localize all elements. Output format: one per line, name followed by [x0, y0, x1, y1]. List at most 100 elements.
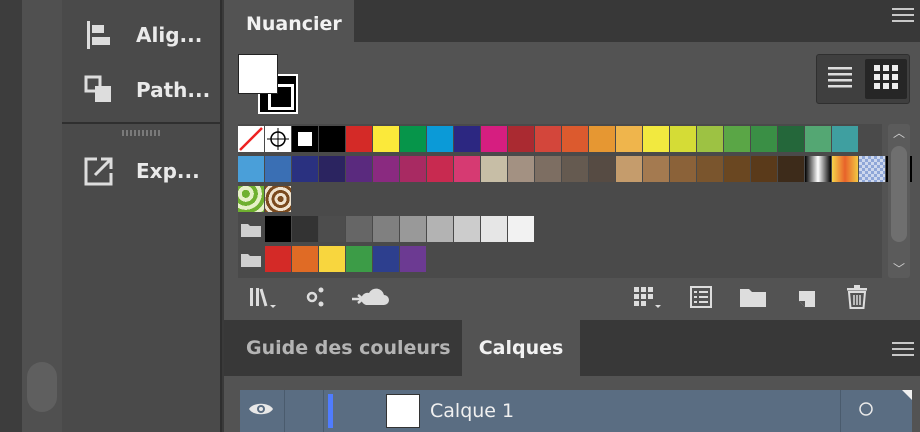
swatch-r1-19[interactable] [724, 126, 750, 152]
swatch-r2-5[interactable] [346, 156, 372, 182]
swatch-r2-4[interactable] [319, 156, 345, 182]
swatch-gray-7[interactable] [427, 216, 453, 242]
swatch-r2-20[interactable] [751, 156, 777, 182]
swatch-r2-6[interactable] [373, 156, 399, 182]
swatch-gray-4[interactable] [346, 216, 372, 242]
align-panel-button[interactable]: Alig... [62, 10, 222, 60]
swatch-r2-18[interactable] [697, 156, 723, 182]
swatch-r2-10[interactable] [481, 156, 507, 182]
new-color-group-button[interactable] [736, 284, 770, 314]
swatch-r2-13[interactable] [562, 156, 588, 182]
swatch-r2-24[interactable] [859, 156, 885, 182]
swatch-r1-11[interactable] [508, 126, 534, 152]
swatch-r1-13[interactable] [562, 126, 588, 152]
swatch-r2-9[interactable] [454, 156, 480, 182]
dock-scroll-thumb[interactable] [27, 362, 57, 412]
swatch-r2-19[interactable] [724, 156, 750, 182]
swatch-gray-5[interactable] [373, 216, 399, 242]
layer-name[interactable]: Calque 1 [430, 390, 514, 432]
swatch-r1-10[interactable] [481, 126, 507, 152]
swatch-r1-16[interactable] [643, 126, 669, 152]
swatches-panel-menu-icon[interactable] [892, 8, 914, 22]
swatch-r3-2[interactable] [265, 186, 291, 212]
registration-swatch[interactable] [265, 126, 291, 152]
tab-swatches[interactable]: Nuancier [224, 0, 354, 48]
swatch-r1-5[interactable] [346, 126, 372, 152]
swatch-r2-1[interactable] [238, 156, 264, 182]
swatch-gray-1[interactable] [265, 216, 291, 242]
swatch-r1-17[interactable] [670, 126, 696, 152]
swatch-scrollbar[interactable]: ︿ ﹀ [888, 124, 910, 278]
cloud-sync-button[interactable] [348, 284, 392, 314]
swatch-r1-4[interactable] [319, 126, 345, 152]
libraries-icon [248, 285, 278, 313]
swatch-r1-6[interactable] [373, 126, 399, 152]
new-swatch-button[interactable] [790, 284, 824, 314]
fill-swatch[interactable] [238, 54, 278, 94]
swatch-r2-7[interactable] [400, 156, 426, 182]
swatch-libraries-button[interactable] [246, 284, 280, 314]
scroll-up-icon[interactable]: ︿ [888, 126, 910, 140]
swatch-scroll-thumb[interactable] [891, 146, 907, 242]
swatch-gray-6[interactable] [400, 216, 426, 242]
layer-row[interactable]: Calque 1 [240, 390, 912, 432]
export-panel-button[interactable]: Exp... [62, 146, 222, 196]
tab-color-guide[interactable]: Guide des couleurs [224, 320, 473, 376]
white-swatch[interactable] [292, 126, 318, 152]
swatch-gray-9[interactable] [481, 216, 507, 242]
swatch-r1-23[interactable] [832, 126, 858, 152]
swatch-r2-17[interactable] [670, 156, 696, 182]
swatch-r3-1[interactable] [238, 186, 264, 212]
layer-target-button[interactable] [840, 390, 890, 432]
swatch-bright-2[interactable] [292, 246, 318, 272]
swatch-r1-9[interactable] [454, 126, 480, 152]
swatch-r2-8[interactable] [427, 156, 453, 182]
swatch-r1-15[interactable] [616, 126, 642, 152]
export-label: Exp... [136, 159, 200, 183]
swatch-r2-16[interactable] [643, 156, 669, 182]
tab-layers[interactable]: Calques [462, 320, 580, 376]
swatch-bright-1[interactable] [265, 246, 291, 272]
swatch-r1-8[interactable] [427, 126, 453, 152]
swatch-r1-21[interactable] [778, 126, 804, 152]
swatch-r1-7[interactable] [400, 126, 426, 152]
swatch-r2-12[interactable] [535, 156, 561, 182]
swatch-kind-button[interactable] [298, 284, 332, 314]
swatch-r2-14[interactable] [589, 156, 615, 182]
swatch-r1-14[interactable] [589, 126, 615, 152]
dock-grip-handle[interactable] [122, 130, 160, 136]
show-swatch-kinds-button[interactable] [630, 284, 664, 314]
swatch-r1-20[interactable] [751, 126, 777, 152]
layer-visibility-toggle[interactable] [240, 390, 282, 432]
swatch-r2-11[interactable] [508, 156, 534, 182]
swatch-gray-3[interactable] [319, 216, 345, 242]
align-icon [62, 20, 136, 50]
pathfinder-panel-button[interactable]: Path... [62, 65, 222, 115]
swatch-gray-8[interactable] [454, 216, 480, 242]
swatch-bright-5[interactable] [373, 246, 399, 272]
swatch-r2-23[interactable] [832, 156, 858, 182]
swatch-bright-3[interactable] [319, 246, 345, 272]
swatch-r2-2[interactable] [265, 156, 291, 182]
swatch-bright-4[interactable] [346, 246, 372, 272]
layer-lock-toggle[interactable] [284, 390, 324, 432]
layers-panel-menu-icon[interactable] [892, 342, 914, 356]
swatch-r2-22[interactable] [805, 156, 831, 182]
swatch-r1-12[interactable] [535, 126, 561, 152]
grays-group-folder-icon[interactable] [238, 216, 264, 242]
list-view-button[interactable] [819, 59, 861, 99]
swatch-gray-10[interactable] [508, 216, 534, 242]
delete-swatch-button[interactable] [840, 284, 874, 314]
swatch-r1-22[interactable] [805, 126, 831, 152]
swatch-r2-21[interactable] [778, 156, 804, 182]
swatch-options-button[interactable] [684, 284, 718, 314]
grid-view-button[interactable] [865, 59, 907, 99]
swatch-r2-3[interactable] [292, 156, 318, 182]
scroll-down-icon[interactable]: ﹀ [888, 262, 910, 276]
none-swatch[interactable] [238, 126, 264, 152]
swatch-r1-18[interactable] [697, 126, 723, 152]
swatch-bright-6[interactable] [400, 246, 426, 272]
swatch-gray-2[interactable] [292, 216, 318, 242]
swatch-r2-15[interactable] [616, 156, 642, 182]
brights-group-folder-icon[interactable] [238, 246, 264, 272]
